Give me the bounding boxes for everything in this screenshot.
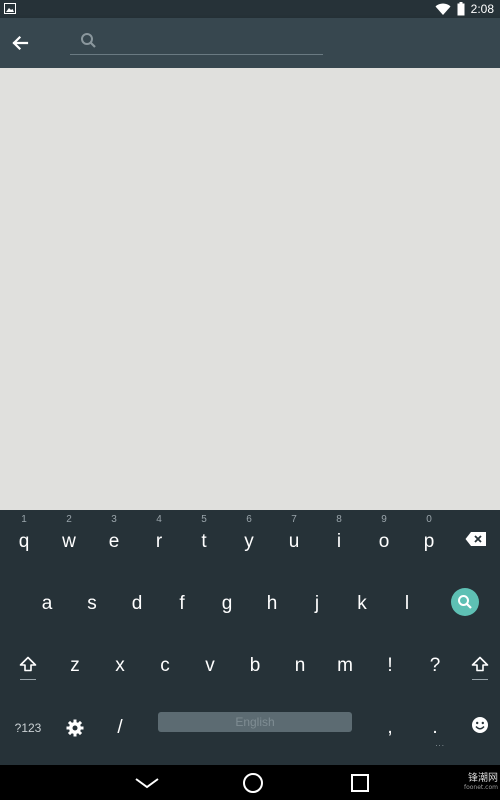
key-y[interactable]: 6y [227, 510, 271, 570]
nav-back-icon [135, 777, 159, 788]
search-input[interactable] [104, 28, 318, 54]
emoji-icon [472, 717, 488, 733]
shift-key-right[interactable] [458, 634, 500, 694]
key-h[interactable]: h [250, 572, 294, 632]
nav-recents-button[interactable] [330, 765, 390, 800]
key-k[interactable]: k [340, 572, 384, 632]
key-w[interactable]: 2w [47, 510, 91, 570]
backspace-key[interactable] [454, 510, 498, 570]
wifi-icon [435, 3, 451, 15]
settings-icon [66, 719, 84, 737]
settings-key[interactable] [53, 696, 97, 756]
key-j[interactable]: j [295, 572, 339, 632]
watermark: 锋潮网 foonet.com [463, 773, 498, 791]
key-s[interactable]: s [70, 572, 114, 632]
nav-recents-icon [351, 773, 369, 792]
spacebar[interactable]: English [158, 712, 352, 732]
search-results-area [0, 68, 500, 510]
key-b[interactable]: b [233, 634, 277, 694]
status-bar: 2:08 [0, 0, 500, 18]
key-u[interactable]: 7u [272, 510, 316, 570]
symbols-key[interactable]: ?123 [6, 696, 50, 756]
key-d[interactable]: d [115, 572, 159, 632]
nav-home-button[interactable] [223, 765, 283, 800]
search-field[interactable] [70, 26, 323, 55]
key-t[interactable]: 5t [182, 510, 226, 570]
key-q[interactable]: 1q [2, 510, 46, 570]
key-m[interactable]: m [323, 634, 367, 694]
key-n[interactable]: n [278, 634, 322, 694]
key-g[interactable]: g [205, 572, 249, 632]
key-question[interactable]: ? [413, 634, 457, 694]
emoji-key[interactable] [458, 696, 500, 756]
navigation-bar [0, 765, 500, 800]
key-i[interactable]: 8i [317, 510, 361, 570]
key-c[interactable]: c [143, 634, 187, 694]
nav-home-icon [243, 772, 263, 793]
shift-indicator [472, 679, 488, 680]
search-toolbar [0, 18, 500, 68]
keyboard-row-3: z x c v b n m ! ? [0, 634, 500, 694]
status-time: 2:08 [470, 2, 494, 16]
back-button[interactable] [8, 31, 32, 55]
key-v[interactable]: v [188, 634, 232, 694]
key-slash[interactable]: / [98, 696, 142, 756]
key-p[interactable]: 0p [407, 510, 451, 570]
key-e[interactable]: 3e [92, 510, 136, 570]
key-period[interactable]: .... [413, 696, 457, 756]
keyboard-row-1: 1q 2w 3e 4r 5t 6y 7u 8i 9o 0p [0, 510, 500, 570]
key-r[interactable]: 4r [137, 510, 181, 570]
keyboard-row-4: ?123 / English , .... [0, 696, 500, 756]
shift-key-left[interactable] [6, 634, 50, 694]
key-z[interactable]: z [53, 634, 97, 694]
key-f[interactable]: f [160, 572, 204, 632]
key-a[interactable]: a [25, 572, 69, 632]
key-o[interactable]: 9o [362, 510, 406, 570]
soft-keyboard: 1q 2w 3e 4r 5t 6y 7u 8i 9o 0p a s d f g … [0, 510, 500, 765]
shift-icon [471, 656, 489, 672]
key-x[interactable]: x [98, 634, 142, 694]
battery-icon [457, 2, 465, 16]
shift-icon [19, 656, 37, 672]
status-right: 2:08 [435, 1, 494, 17]
back-arrow-icon [12, 35, 29, 51]
key-comma[interactable]: , [368, 696, 412, 756]
backspace-icon [465, 532, 486, 546]
shift-indicator [20, 679, 36, 680]
search-icon [81, 33, 96, 48]
key-l[interactable]: l [385, 572, 429, 632]
keyboard-search-icon [458, 595, 472, 609]
keyboard-row-2: a s d f g h j k l [0, 572, 500, 632]
nav-back-button[interactable] [117, 765, 177, 800]
image-notification-icon [4, 3, 16, 14]
keyboard-search-key[interactable] [443, 572, 487, 632]
keyboard-search-button [451, 588, 479, 616]
key-exclamation[interactable]: ! [368, 634, 412, 694]
